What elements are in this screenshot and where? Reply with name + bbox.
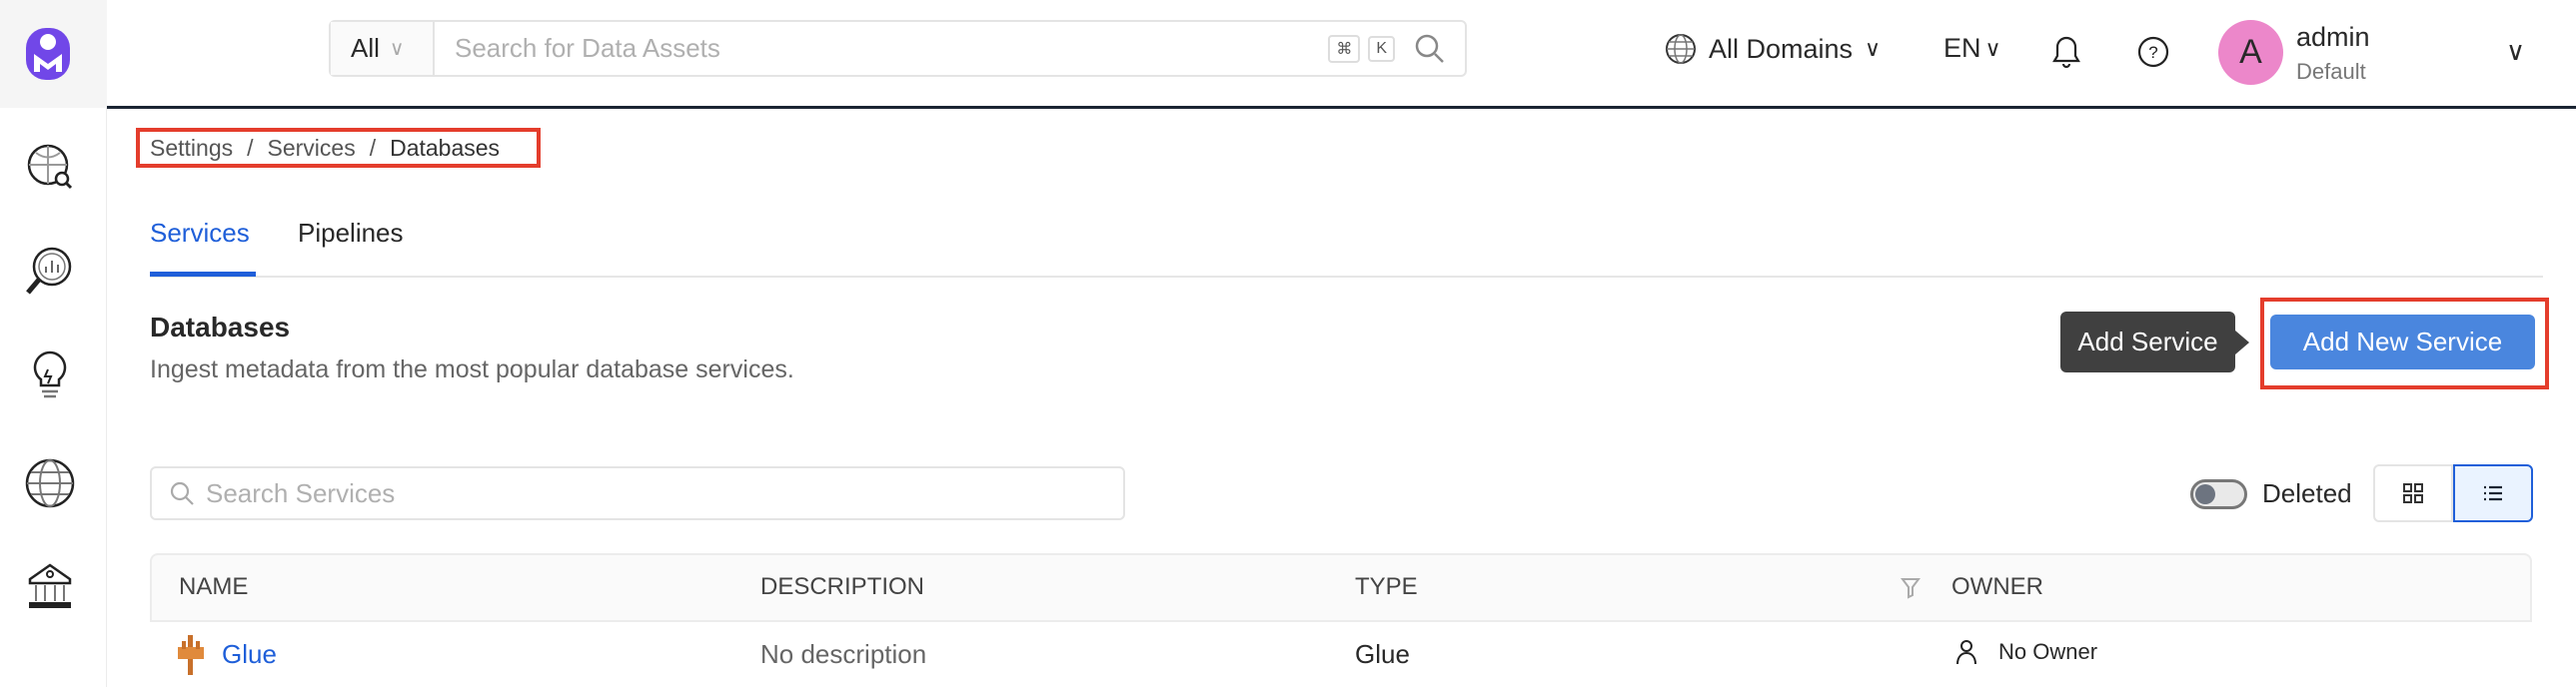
globe-icon <box>1666 34 1696 64</box>
shortcut-key: ⌘ <box>1328 34 1361 63</box>
list-icon <box>2484 485 2502 501</box>
user-role: Default <box>2296 59 2366 84</box>
column-name: NAME <box>179 573 249 600</box>
header-divider <box>107 106 2576 109</box>
filter-icon[interactable] <box>1901 577 1921 599</box>
chevron-down-icon: ∨ <box>389 38 405 60</box>
list-view-button[interactable] <box>2453 464 2533 522</box>
help-icon[interactable]: ? <box>2137 36 2169 68</box>
breadcrumb-services[interactable]: Services <box>268 135 356 162</box>
column-type: TYPE <box>1355 573 1418 600</box>
grid-view-button[interactable] <box>2373 464 2453 522</box>
language-selector[interactable]: EN ∨ <box>1943 33 2001 64</box>
domain-selector-label: All Domains <box>1709 33 1854 64</box>
search-input[interactable]: Search for Data Assets <box>435 33 1328 64</box>
search-services-input[interactable]: Search Services <box>150 466 1125 520</box>
data-insights-icon[interactable] <box>24 245 74 297</box>
breadcrumb-separator: / <box>369 134 377 161</box>
glue-service-icon <box>178 635 204 675</box>
logo-area <box>0 0 107 108</box>
domain-selector[interactable]: All Domains ∨ <box>1665 33 1881 65</box>
tabs-divider <box>150 276 2543 278</box>
domains-globe-icon[interactable] <box>24 457 76 509</box>
svg-text:?: ? <box>2148 43 2157 62</box>
add-new-service-button[interactable]: Add New Service <box>2270 315 2535 369</box>
service-type: Glue <box>1355 639 1410 669</box>
user-menu-chevron-icon[interactable]: ∨ <box>2506 36 2525 67</box>
user-icon <box>1956 640 1976 665</box>
breadcrumb: Settings / Services / Databases <box>150 133 500 163</box>
global-search: All ∨ Search for Data Assets ⌘ K <box>329 20 1467 77</box>
search-services-placeholder: Search Services <box>206 477 396 508</box>
page-subtitle: Ingest metadata from the most popular da… <box>150 355 794 383</box>
page-title: Databases <box>150 312 291 343</box>
user-name: admin <box>2296 22 2370 52</box>
service-owner[interactable]: No Owner <box>1998 639 2097 665</box>
explore-globe-search-icon[interactable] <box>26 143 74 191</box>
openmetadata-logo-icon[interactable] <box>24 26 72 82</box>
deleted-toggle[interactable] <box>2190 479 2247 509</box>
breadcrumb-databases: Databases <box>390 134 501 161</box>
deleted-label: Deleted <box>2262 478 2352 508</box>
grid-icon <box>2403 483 2423 503</box>
search-scope-value: All <box>351 33 380 63</box>
active-tab-indicator <box>150 272 256 277</box>
service-description: No description <box>760 639 927 669</box>
user-info[interactable]: admin Default <box>2296 22 2370 85</box>
column-description: DESCRIPTION <box>760 573 925 600</box>
chevron-down-icon: ∨ <box>1865 36 1882 61</box>
chevron-down-icon: ∨ <box>1984 35 2001 61</box>
tab-pipelines[interactable]: Pipelines <box>298 218 404 249</box>
language-label: EN <box>1943 33 1981 63</box>
table-header <box>150 553 2532 622</box>
lightbulb-icon[interactable] <box>30 349 70 401</box>
column-owner: OWNER <box>1951 573 2043 600</box>
table-row <box>150 622 2532 687</box>
tab-services[interactable]: Services <box>150 218 250 249</box>
search-icon[interactable] <box>1413 32 1447 66</box>
service-name-link[interactable]: Glue <box>222 639 277 670</box>
search-scope-dropdown[interactable]: All ∨ <box>331 22 435 75</box>
avatar-letter: A <box>2239 33 2262 71</box>
shortcut-key: K <box>1368 35 1395 62</box>
breadcrumb-separator: / <box>247 134 254 161</box>
breadcrumb-settings[interactable]: Settings <box>150 135 233 162</box>
search-icon <box>170 481 194 505</box>
governance-bank-icon[interactable] <box>26 561 74 611</box>
avatar[interactable]: A <box>2218 20 2283 85</box>
notification-bell-icon[interactable] <box>2050 34 2082 70</box>
add-service-tooltip: Add Service <box>2060 312 2249 372</box>
